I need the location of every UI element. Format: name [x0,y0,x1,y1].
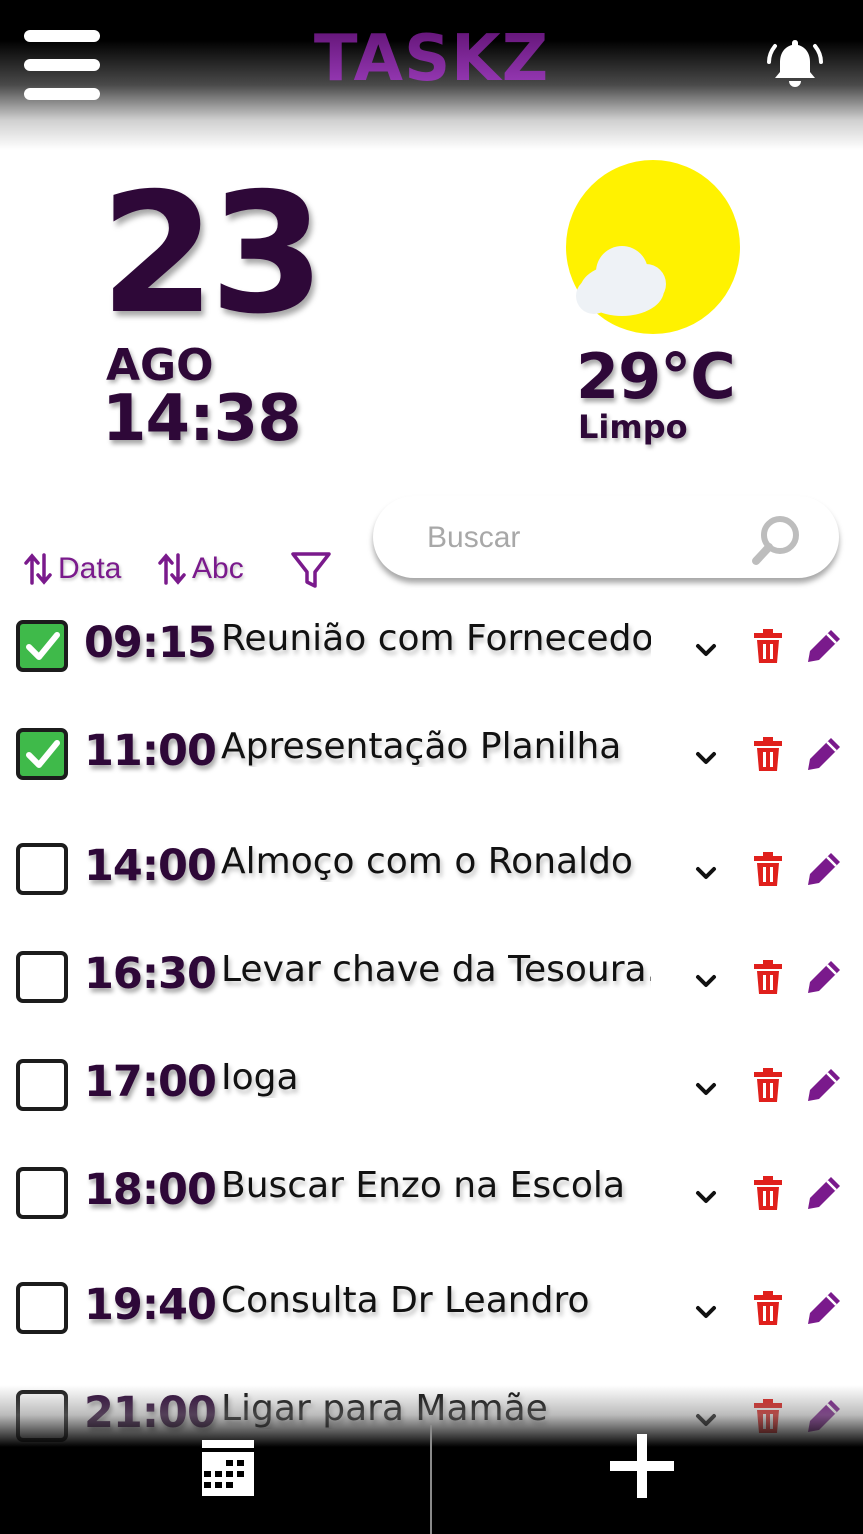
task-time: 18:00 [84,1165,217,1215]
task-row: 11:00 Apresentação Planilha [0,726,863,818]
chevron-down-icon[interactable] [692,863,720,885]
app-title: TASKZ [0,22,863,96]
trash-icon[interactable] [753,628,783,664]
trash-icon[interactable] [753,1067,783,1103]
app-header: TASKZ [0,0,863,150]
temperature: 29°C [576,340,736,413]
plus-icon[interactable] [610,1434,674,1498]
task-time: 09:15 [84,618,217,668]
sort-arrows-icon [158,553,186,585]
chevron-down-icon[interactable] [692,971,720,993]
pencil-icon[interactable] [806,736,842,772]
task-time: 16:30 [84,949,217,999]
trash-icon[interactable] [753,959,783,995]
sun-with-cloud-icon [566,160,740,334]
task-checkbox[interactable] [16,843,68,895]
task-row: 18:00 Buscar Enzo na Escola [0,1165,863,1257]
task-time: 11:00 [84,726,217,776]
calendar-icon[interactable] [200,1438,256,1498]
sort-arrows-icon [24,553,52,585]
trash-icon[interactable] [753,1175,783,1211]
chevron-down-icon[interactable] [692,640,720,662]
chevron-down-icon[interactable] [692,748,720,770]
pencil-icon[interactable] [806,1290,842,1326]
chevron-down-icon[interactable] [692,1079,720,1101]
date-day: 23 [100,158,325,351]
task-checkbox[interactable] [16,728,68,780]
task-row: 14:00 Almoço com o Ronaldo [0,841,863,933]
trash-icon[interactable] [753,851,783,887]
task-title[interactable]: Ioga [221,1057,651,1098]
pencil-icon[interactable] [806,959,842,995]
bell-icon[interactable] [766,34,824,92]
funnel-icon[interactable] [289,548,333,592]
sort-alphabetical-label: Abc [192,552,244,585]
sort-by-date-button[interactable]: Data [24,548,121,590]
task-checkbox[interactable] [16,1282,68,1334]
pencil-icon[interactable] [806,851,842,887]
current-time: 14:38 [102,382,302,456]
task-row: 16:30 Levar chave da Tesoura.. [0,949,863,1041]
bottom-bar-divider [430,1425,432,1534]
task-title[interactable]: Reunião com Fornecedor [221,618,651,659]
task-title[interactable]: Levar chave da Tesoura.. [221,949,651,990]
task-row: 19:40 Consulta Dr Leandro [0,1280,863,1372]
task-title[interactable]: Consulta Dr Leandro [221,1280,651,1321]
weather-condition: Limpo [578,408,688,446]
chevron-down-icon[interactable] [692,1187,720,1209]
sort-by-date-label: Data [58,552,122,585]
task-time: 19:40 [84,1280,217,1330]
task-checkbox[interactable] [16,1167,68,1219]
task-time: 14:00 [84,841,217,891]
task-checkbox[interactable] [16,620,68,672]
pencil-icon[interactable] [806,628,842,664]
task-title[interactable]: Buscar Enzo na Escola [221,1165,651,1206]
task-title[interactable]: Apresentação Planilha [221,726,651,767]
search-input[interactable] [425,514,749,562]
chevron-down-icon[interactable] [692,1302,720,1324]
task-row: 17:00 Ioga [0,1057,863,1149]
sort-alphabetical-button[interactable]: Abc [158,548,244,590]
task-title[interactable]: Almoço com o Ronaldo [221,841,651,882]
trash-icon[interactable] [753,736,783,772]
task-checkbox[interactable] [16,951,68,1003]
app-title-container: TASKZ [0,22,863,102]
pencil-icon[interactable] [806,1067,842,1103]
trash-icon[interactable] [753,1290,783,1326]
search-icon[interactable] [750,511,806,567]
task-time: 17:00 [84,1057,217,1107]
task-row: 09:15 Reunião com Fornecedor [0,618,863,710]
task-checkbox[interactable] [16,1059,68,1111]
pencil-icon[interactable] [806,1175,842,1211]
